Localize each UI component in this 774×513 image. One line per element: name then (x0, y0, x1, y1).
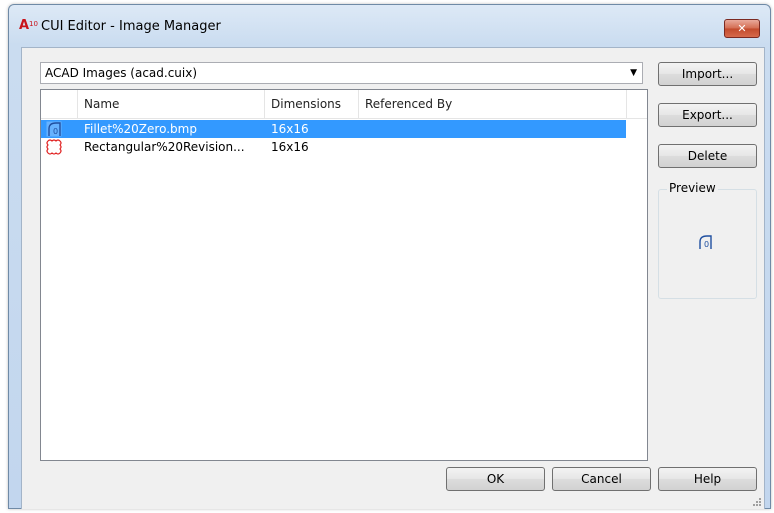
column-header-referenced-by[interactable]: Referenced By (359, 90, 627, 118)
ok-button[interactable]: OK (446, 467, 545, 491)
image-list[interactable]: Name Dimensions Referenced By 0 Fillet%2… (40, 89, 648, 461)
row-name: Rectangular%20Revision... (84, 140, 245, 154)
image-row-fillet-zero[interactable]: 0 Fillet%20Zero.bmp 16x16 (41, 120, 626, 138)
svg-text:0: 0 (53, 127, 58, 136)
image-source-dropdown[interactable]: ACAD Images (acad.cuix) ▼ (40, 62, 643, 84)
close-button[interactable]: ✕ (724, 19, 760, 38)
image-manager-dialog: A 10 CUI Editor - Image Manager ✕ ACAD I… (8, 4, 771, 509)
row-dimensions: 16x16 (271, 122, 309, 136)
app-icon-version: 10 (29, 20, 38, 28)
column-header-icon (41, 90, 78, 118)
list-header: Name Dimensions Referenced By (41, 90, 647, 119)
import-button[interactable]: Import... (658, 62, 757, 86)
image-source-selected: ACAD Images (acad.cuix) (45, 66, 198, 80)
row-name: Fillet%20Zero.bmp (84, 122, 197, 136)
fillet-zero-icon: 0 (699, 235, 712, 249)
resize-grip-icon[interactable] (752, 497, 762, 507)
chevron-down-icon[interactable]: ▼ (630, 68, 637, 78)
row-dimensions: 16x16 (271, 140, 309, 154)
help-button[interactable]: Help (658, 467, 757, 491)
svg-text:0: 0 (704, 240, 709, 249)
column-header-dimensions[interactable]: Dimensions (265, 90, 359, 118)
dialog-body: ACAD Images (acad.cuix) ▼ Import... Expo… (21, 47, 765, 509)
window-title: CUI Editor - Image Manager (41, 19, 221, 34)
preview-group: Preview 0 (658, 181, 757, 299)
cancel-button[interactable]: Cancel (552, 467, 651, 491)
close-icon: ✕ (737, 22, 747, 35)
app-icon-letter: A (19, 18, 30, 33)
title-bar[interactable]: A 10 CUI Editor - Image Manager ✕ (9, 5, 770, 47)
image-row-rectangular-revision[interactable]: Rectangular%20Revision... 16x16 (41, 138, 626, 156)
fillet-zero-icon: 0 (46, 121, 62, 137)
rectangular-revision-cloud-icon (46, 139, 62, 155)
column-header-name[interactable]: Name (78, 90, 265, 118)
delete-button[interactable]: Delete (658, 144, 757, 168)
preview-label: Preview (667, 181, 718, 195)
export-button[interactable]: Export... (658, 103, 757, 127)
autocad-app-icon: A 10 (19, 18, 39, 34)
